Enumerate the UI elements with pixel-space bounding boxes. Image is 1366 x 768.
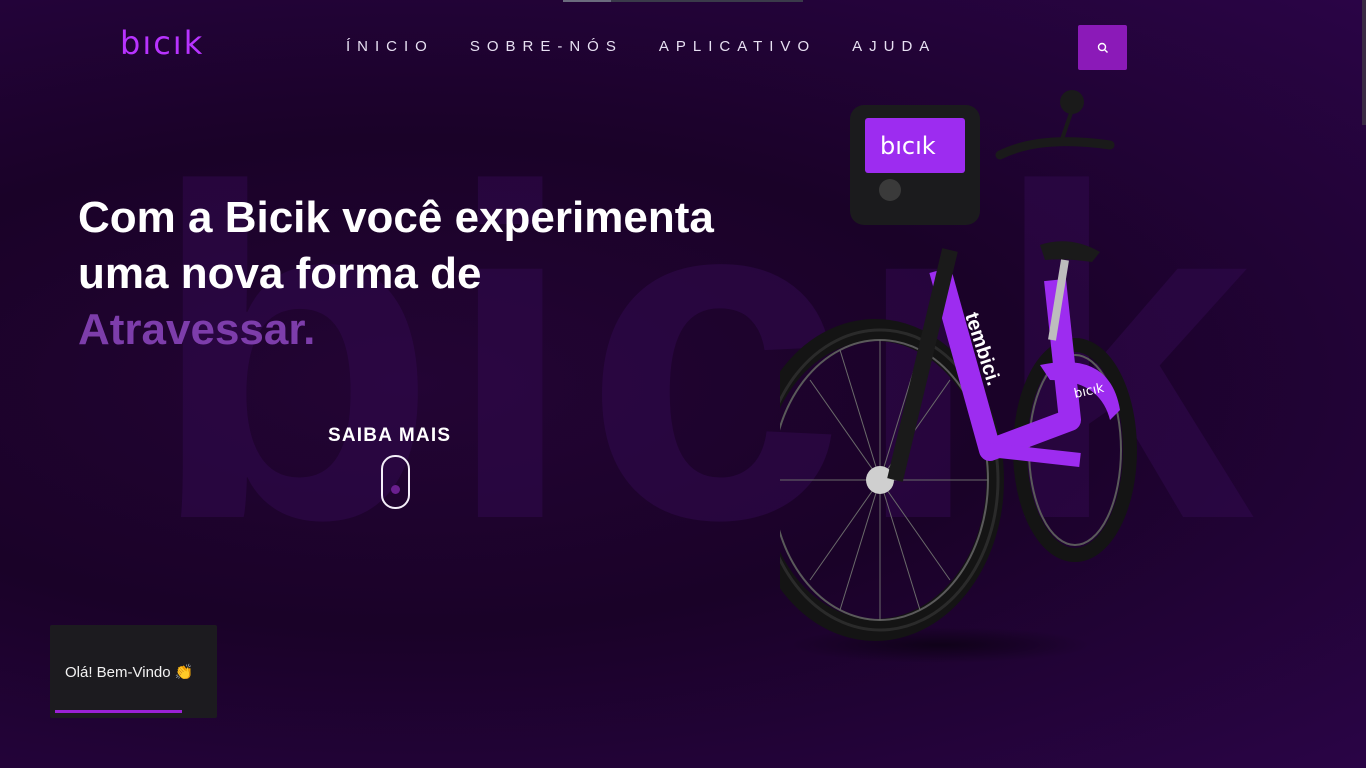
scroll-mouse-icon[interactable] (381, 455, 410, 509)
page-loader-line (563, 0, 803, 2)
basket-brand-text: bıcık (880, 132, 936, 160)
scrollbar[interactable] (1362, 0, 1366, 125)
bike-image: tembici. bıcık bıcık (780, 90, 1137, 663)
welcome-message: Olá! Bem-Vindo 👏 (65, 664, 194, 681)
welcome-toast: Olá! Bem-Vindo 👏 (50, 625, 217, 718)
landing-page: bicik bıcık ÍNICIO SOBRE-NÓS APLICATIVO … (0, 0, 1366, 768)
toast-progress-bar (55, 710, 182, 713)
saiba-mais-link[interactable]: SAIBA MAIS (328, 425, 451, 447)
hero-title-accent: Atravessar. (78, 305, 316, 354)
nav-item-sobre-nos[interactable]: SOBRE-NÓS (470, 38, 623, 55)
nav-item-ajuda[interactable]: AJUDA (852, 38, 936, 55)
nav-item-inicio[interactable]: ÍNICIO (346, 38, 434, 55)
search-icon (1097, 42, 1108, 53)
search-button[interactable] (1078, 25, 1127, 70)
hero-title: Com a Bicik você experimenta uma nova fo… (78, 190, 798, 358)
main-nav: ÍNICIO SOBRE-NÓS APLICATIVO AJUDA (346, 38, 972, 55)
nav-item-aplicativo[interactable]: APLICATIVO (659, 38, 816, 55)
hero-title-line2: uma nova forma de (78, 249, 482, 298)
brand-logo[interactable]: bıcık (120, 24, 204, 62)
hero-title-line1: Com a Bicik você experimenta (78, 193, 714, 242)
